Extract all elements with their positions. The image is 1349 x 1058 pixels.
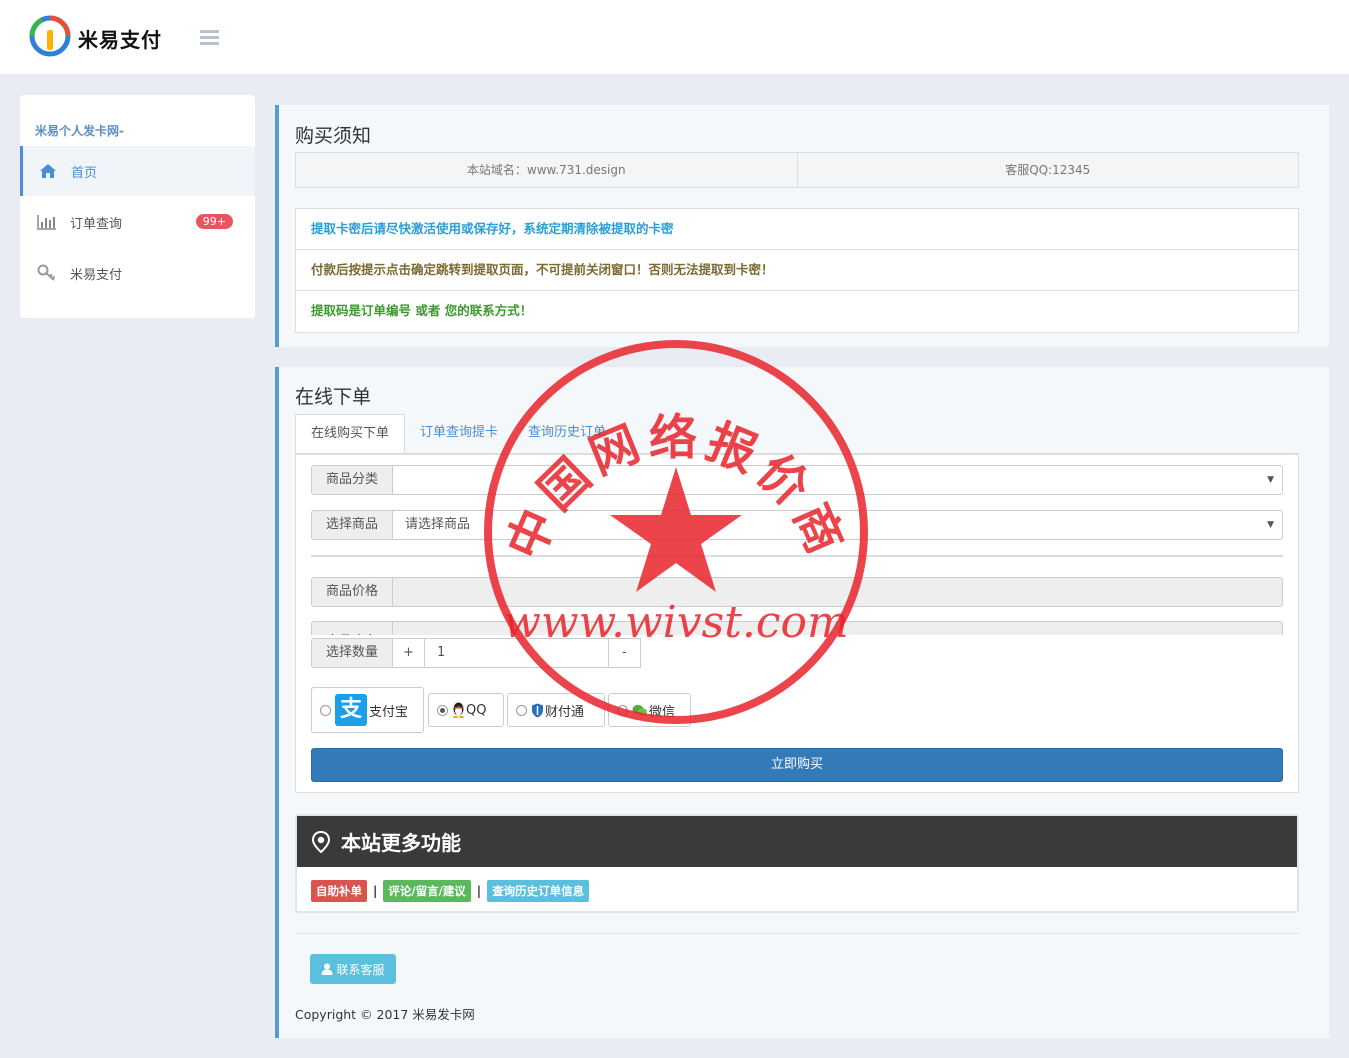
order-tabs: 在线购买下单 订单查询提卡 查询历史订单 [295, 414, 621, 454]
notice-item: 提取卡密后请尽快激活使用或保存好，系统定期清除被提取的卡密 [296, 209, 1298, 250]
self-reissue-tag[interactable]: 自助补单 [311, 880, 367, 902]
category-label: 商品分类 [311, 465, 393, 495]
footer-divider [295, 933, 1299, 934]
stock-field [393, 621, 1283, 635]
brand-logo-icon [29, 15, 71, 57]
pay-option-wechat[interactable]: 微信 [608, 693, 691, 727]
notice-item: 提取码是订单编号 或者 您的联系方式！ [311, 303, 533, 318]
order-count-badge: 99+ [195, 214, 233, 229]
tenpay-shield-icon [532, 703, 543, 717]
quantity-label: 选择数量 [311, 638, 393, 668]
price-field [393, 577, 1283, 607]
tab-order-query[interactable]: 订单查询提卡 [405, 414, 513, 454]
quantity-minus-button[interactable]: - [609, 638, 641, 668]
notice-list: 提取卡密后请尽快激活使用或保存好，系统定期清除被提取的卡密 付款后按提示点击确定… [295, 208, 1299, 333]
sidebar: 米易个人发卡网- 首页 订单查询 99+ 米易支付 [20, 95, 255, 318]
feature-tags: 自助补单 | 评论/留言/建议 | 查询历史订单信息 [311, 880, 590, 902]
price-group: 商品价格 [311, 577, 1283, 607]
price-label: 商品价格 [311, 577, 393, 607]
chevron-down-icon: ▼ [1267, 475, 1274, 485]
stock-group: 商品库存 [311, 621, 1283, 635]
pay-option-alipay[interactable]: 支 支付宝 [311, 687, 424, 733]
product-group: 选择商品 请选择商品 ▼ [311, 510, 1283, 540]
copyright-text: Copyright © 2017 米易发卡网 [295, 1007, 475, 1022]
more-features-box: 本站更多功能 自助补单 | 评论/留言/建议 | 查询历史订单信息 [295, 814, 1299, 913]
home-icon [37, 162, 59, 180]
site-domain: 本站域名：www.731.design [296, 153, 798, 187]
tab-history-orders[interactable]: 查询历史订单 [513, 414, 621, 454]
quantity-stepper: 选择数量 + 1 - [311, 638, 641, 668]
sidebar-item-label: 首页 [71, 165, 98, 181]
contact-service-label: 联系客服 [336, 962, 385, 977]
sidebar-item-label: 订单查询 [70, 216, 123, 232]
brand-name: 米易支付 [78, 28, 162, 52]
history-order-tag[interactable]: 查询历史订单信息 [487, 880, 590, 902]
sidebar-item-home[interactable]: 首页 [20, 146, 255, 196]
tab-online-buy[interactable]: 在线购买下单 [295, 414, 406, 454]
category-select[interactable]: ▼ [393, 465, 1283, 495]
product-label: 选择商品 [311, 510, 393, 540]
category-group: 商品分类 ▼ [311, 465, 1283, 495]
features-title: 本站更多功能 [341, 831, 461, 855]
wechat-radio[interactable] [617, 704, 628, 716]
alipay-icon: 支 [335, 694, 367, 726]
qq-label: QQ [466, 702, 487, 718]
panel-title: 购买须知 [295, 125, 372, 147]
quantity-input[interactable]: 1 [425, 638, 609, 668]
alipay-radio[interactable] [320, 704, 331, 716]
sidebar-item-label: 米易支付 [70, 267, 123, 283]
purchase-notice-panel: 购买须知 本站域名：www.731.design 客服QQ:12345 提取卡密… [275, 105, 1329, 347]
sidebar-title: 米易个人发卡网- [35, 124, 124, 138]
tenpay-radio[interactable] [516, 704, 527, 716]
sidebar-item-order-query[interactable]: 订单查询 99+ [20, 197, 255, 247]
sidebar-item-payment[interactable]: 米易支付 [20, 248, 255, 298]
key-icon [36, 264, 58, 282]
tenpay-label: 财付通 [545, 704, 585, 720]
feedback-tag[interactable]: 评论/留言/建议 [383, 880, 471, 902]
user-icon [321, 963, 333, 975]
separator: | [373, 884, 378, 898]
quantity-plus-button[interactable]: + [393, 638, 425, 668]
top-bar: 米易支付 [0, 0, 1349, 74]
product-select[interactable]: 请选择商品 ▼ [393, 510, 1283, 540]
panel-title: 在线下单 [295, 386, 372, 408]
contact-service-button[interactable]: 联系客服 [310, 954, 396, 984]
buy-now-button[interactable]: 立即购买 [311, 748, 1283, 782]
service-qq: 客服QQ:12345 [1005, 163, 1091, 177]
location-pin-icon [311, 830, 331, 853]
wechat-label: 微信 [649, 704, 676, 720]
wechat-icon [632, 704, 647, 716]
order-form: 商品分类 ▼ 选择商品 请选择商品 ▼ 商品价格 商品库存 选择数量 + 1 [295, 453, 1299, 793]
notice-item: 付款后按提示点击确定跳转到提取页面，不可提前关闭窗口！否则无法提取到卡密！ [296, 250, 1298, 291]
bar-chart-icon [36, 213, 58, 231]
site-info-row: 本站域名：www.731.design 客服QQ:12345 [295, 152, 1299, 188]
pay-option-qq[interactable]: QQ [428, 693, 504, 727]
stock-label: 商品库存 [311, 621, 393, 635]
chevron-down-icon: ▼ [1267, 520, 1274, 530]
product-value: 请选择商品 [405, 517, 471, 532]
features-header: 本站更多功能 [297, 816, 1297, 867]
online-order-panel: 在线下单 在线购买下单 订单查询提卡 查询历史订单 商品分类 ▼ 选择商品 请选… [275, 367, 1329, 1038]
menu-toggle-icon[interactable] [200, 30, 219, 45]
separator: | [476, 884, 482, 898]
qq-penguin-icon [453, 702, 464, 718]
alipay-label: 支付宝 [369, 704, 409, 720]
pay-option-tenpay[interactable]: 财付通 [507, 693, 605, 727]
divider [311, 555, 1283, 557]
qq-radio[interactable] [437, 704, 448, 716]
